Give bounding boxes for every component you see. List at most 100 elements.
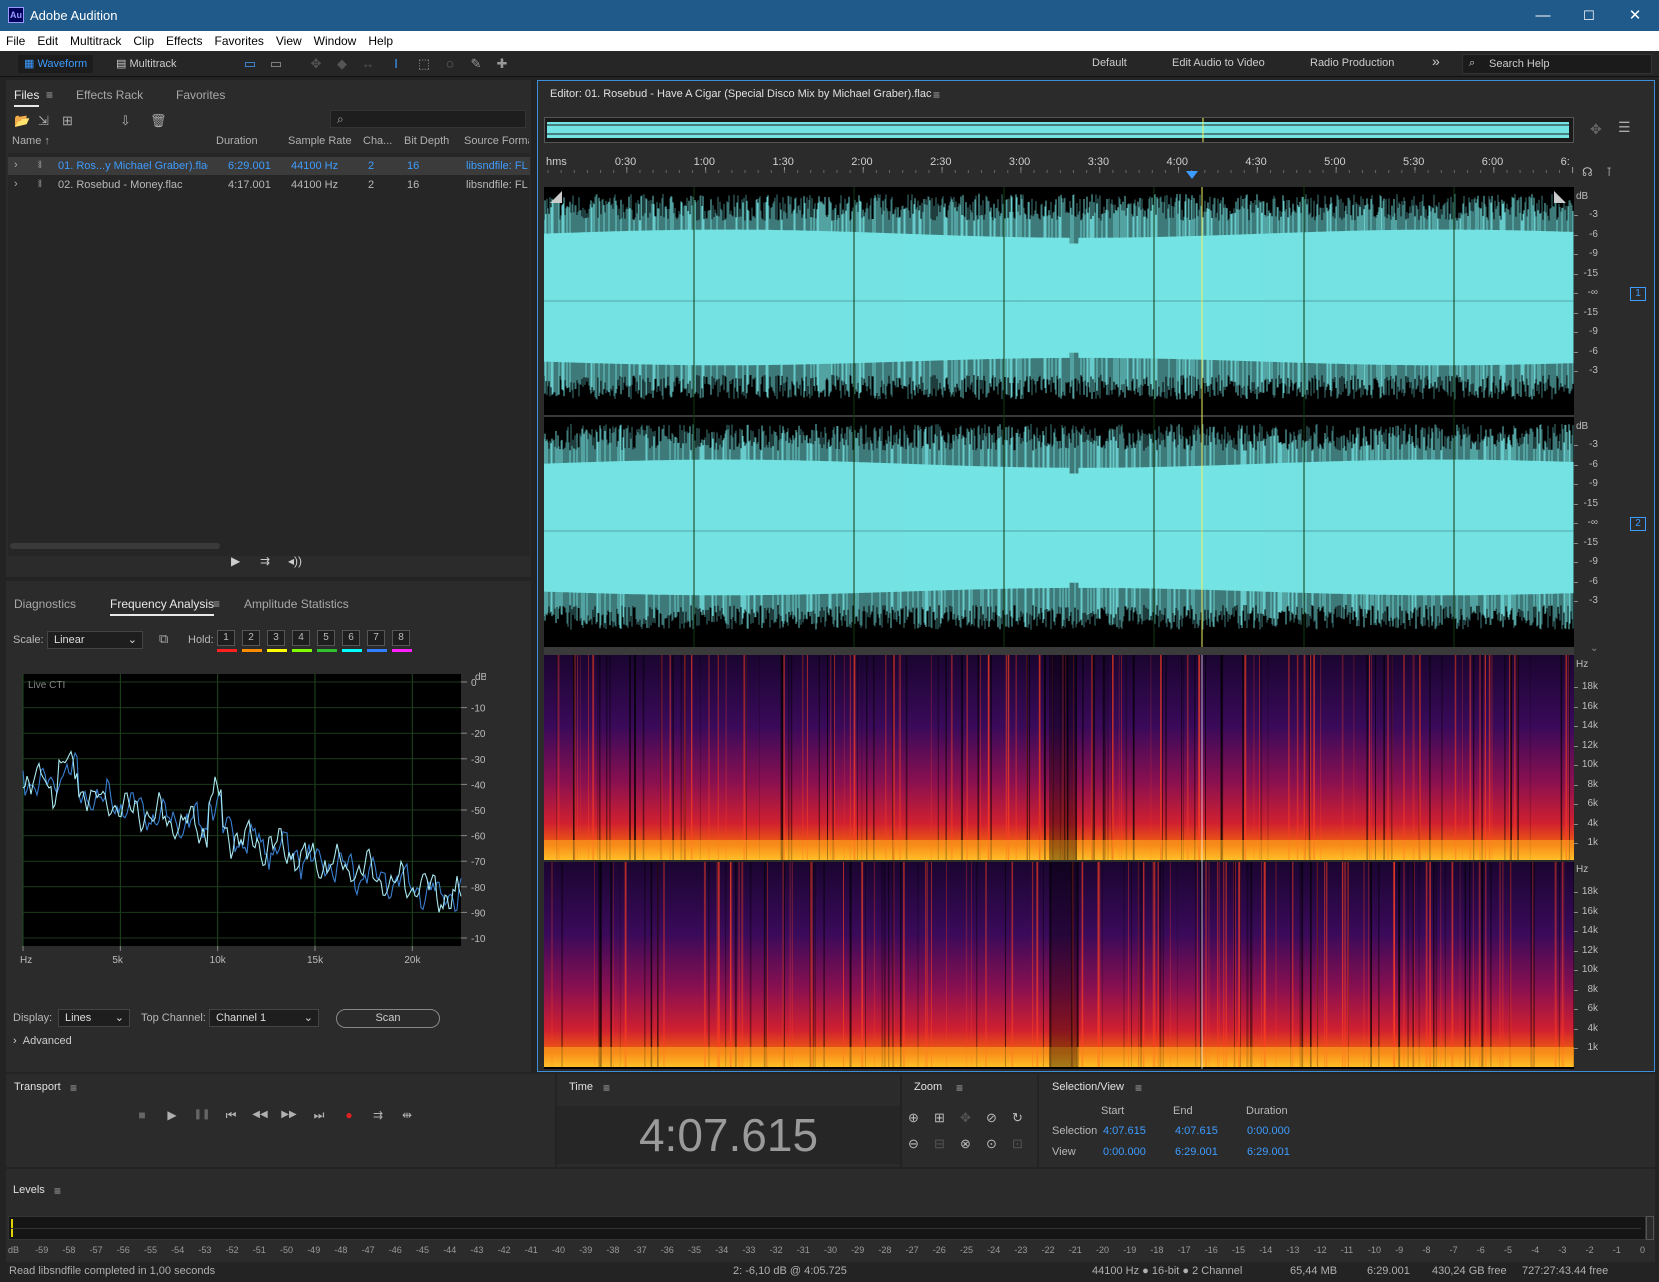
workspace-default[interactable]: Default <box>1092 57 1127 69</box>
tab-favorites[interactable]: Favorites <box>176 88 225 102</box>
files-search-input[interactable]: ⌕ <box>330 110 526 128</box>
tab-diagnostics[interactable]: Diagnostics <box>14 597 76 611</box>
hold-button-5[interactable]: 5 <box>317 630 335 646</box>
pin-icon[interactable]: ⊺ <box>1606 165 1612 179</box>
selection-start[interactable]: 4:07.615 <box>1103 1125 1146 1137</box>
overview-bar[interactable] <box>544 117 1574 143</box>
menu-effects[interactable]: Effects <box>160 31 208 48</box>
hold-button-1[interactable]: 1 <box>217 630 235 646</box>
tab-files[interactable]: Files <box>14 88 40 107</box>
pause-button[interactable]: ❚❚ <box>191 1106 213 1124</box>
close-file-icon[interactable]: 🗑 <box>150 113 167 129</box>
scan-button[interactable]: Scan <box>336 1009 440 1028</box>
menu-help[interactable]: Help <box>362 31 399 48</box>
play-preview-icon[interactable]: ▶ <box>231 554 240 568</box>
menu-window[interactable]: Window <box>308 31 363 48</box>
col-source-format[interactable]: Source Format <box>464 135 529 147</box>
time-selection-tool-icon[interactable]: I <box>386 55 406 73</box>
transport-menu-icon[interactable]: ≡ <box>70 1081 77 1095</box>
hold-button-8[interactable]: 8 <box>392 630 410 646</box>
brush-tool-icon[interactable]: ✎ <box>466 55 486 73</box>
menu-favorites[interactable]: Favorites <box>209 31 270 48</box>
menu-view[interactable]: View <box>270 31 308 48</box>
spot-healing-tool-icon[interactable]: ✚ <box>492 55 512 73</box>
time-ruler[interactable]: hms 0:30 1:00 1:30 2:00 2:30 3:00 3:30 4:00 4:30 5… <box>544 153 1574 173</box>
record-button[interactable]: ● <box>338 1106 360 1124</box>
zoom-in-point-icon[interactable]: ✥ <box>960 1110 971 1126</box>
hold-button-4[interactable]: 4 <box>292 630 310 646</box>
display-dropdown[interactable]: Lines ⌄ <box>58 1009 130 1027</box>
selection-end[interactable]: 4:07.615 <box>1175 1125 1218 1137</box>
import-file-icon[interactable]: ⇲ <box>38 113 49 129</box>
workspace-radio-production[interactable]: Radio Production <box>1310 57 1394 69</box>
next-button[interactable]: ⏭ <box>308 1106 330 1124</box>
hold-button-2[interactable]: 2 <box>242 630 260 646</box>
waveform-view-button[interactable]: ▦ Waveform <box>18 55 94 73</box>
analysis-panel-menu-icon[interactable]: ≡ <box>213 597 220 611</box>
levels-menu-icon[interactable]: ≡ <box>54 1184 61 1198</box>
marquee-select-icon[interactable]: ⧉ <box>159 631 168 647</box>
panel-options-icon[interactable]: ☰ <box>1618 119 1631 136</box>
tab-effects-rack[interactable]: Effects Rack <box>76 88 143 102</box>
razor-tool-icon[interactable]: ◆ <box>332 55 352 73</box>
zoom-out-time-icon[interactable]: ⊟ <box>934 1136 945 1152</box>
move-tool-icon[interactable]: ✥ <box>306 55 326 73</box>
maximize-button[interactable]: ☐ <box>1566 0 1612 31</box>
files-panel-menu-icon[interactable]: ≡ <box>46 88 53 102</box>
zoom-to-selection-icon[interactable]: ✥ <box>1590 121 1602 138</box>
view-divider[interactable] <box>544 647 1574 655</box>
fast-forward-button[interactable]: ▶▶ <box>278 1106 300 1124</box>
slip-tool-icon[interactable]: ↔ <box>358 55 378 73</box>
top-channel-dropdown[interactable]: Channel 1 ⌄ <box>209 1009 319 1027</box>
view-end[interactable]: 6:29.001 <box>1175 1146 1218 1158</box>
open-file-icon[interactable]: 📂 <box>14 113 30 129</box>
file-row[interactable]: › ⧚ 01. Ros...y Michael Graber).flac 6:2… <box>8 157 530 175</box>
divider-chevron-icon[interactable]: ⌄ <box>1590 643 1598 654</box>
zoom-out-full-icon[interactable]: ⊗ <box>960 1136 971 1152</box>
advanced-toggle[interactable]: › Advanced <box>13 1035 72 1047</box>
spectral-display[interactable] <box>544 655 1575 1069</box>
selection-view-menu-icon[interactable]: ≡ <box>1135 1081 1142 1095</box>
tab-amplitude-statistics[interactable]: Amplitude Statistics <box>244 597 349 611</box>
clip-indicator[interactable] <box>1646 1216 1654 1240</box>
zoom-in-out-icon[interactable]: ⊘ <box>986 1110 997 1126</box>
more-workspaces-icon[interactable]: » <box>1432 53 1440 69</box>
loop-button[interactable]: ⇉ <box>367 1106 389 1124</box>
lasso-tool-icon[interactable]: ◌ <box>440 55 460 73</box>
menu-edit[interactable]: Edit <box>31 31 64 48</box>
menu-clip[interactable]: Clip <box>127 31 160 48</box>
expand-chevron-icon[interactable]: › <box>14 159 18 171</box>
zoom-selection-icon[interactable]: ⊙ <box>986 1136 997 1152</box>
workspace-edit-audio-to-video[interactable]: Edit Audio to Video <box>1172 57 1265 69</box>
zoom-in-amplitude-icon[interactable]: ⊕ <box>908 1110 919 1126</box>
hold-button-3[interactable]: 3 <box>267 630 285 646</box>
hold-button-7[interactable]: 7 <box>367 630 385 646</box>
multitrack-view-button[interactable]: ▤ Multitrack <box>110 55 183 73</box>
waveform-display-icon[interactable]: ▭ <box>240 55 260 73</box>
minimize-button[interactable]: — <box>1520 0 1566 31</box>
hold-button-6[interactable]: 6 <box>342 630 360 646</box>
playhead-marker[interactable] <box>1186 171 1198 179</box>
col-duration[interactable]: Duration <box>216 135 258 147</box>
time-menu-icon[interactable]: ≡ <box>603 1081 610 1095</box>
level-meter[interactable] <box>8 1216 1646 1240</box>
search-help-input[interactable]: ⌕ Search Help <box>1462 54 1652 74</box>
view-start[interactable]: 0:00.000 <box>1103 1146 1146 1158</box>
zoom-in-time-icon[interactable]: ⊞ <box>934 1110 945 1126</box>
editor-menu-icon[interactable]: ≡ <box>933 88 940 102</box>
insert-into-multitrack-icon[interactable]: ⇩ <box>120 113 131 129</box>
autoplay-icon[interactable]: ◂)) <box>288 554 302 568</box>
zoom-track-icon[interactable]: ⊡ <box>1012 1136 1023 1152</box>
zoom-out-amplitude-icon[interactable]: ⊖ <box>908 1136 919 1152</box>
marquee-tool-icon[interactable]: ⬚ <box>414 55 434 73</box>
view-duration[interactable]: 6:29.001 <box>1247 1146 1290 1158</box>
zoom-reset-icon[interactable]: ↻ <box>1012 1110 1023 1126</box>
selection-duration[interactable]: 0:00.000 <box>1247 1125 1290 1137</box>
horizontal-scrollbar[interactable] <box>10 543 220 549</box>
col-name[interactable]: Name ↑ <box>12 135 50 147</box>
skip-selection-button[interactable]: ⇹ <box>396 1106 418 1124</box>
menu-file[interactable]: File <box>0 31 31 48</box>
waveform-display[interactable] <box>543 187 1574 647</box>
col-sample-rate[interactable]: Sample Rate <box>288 135 352 147</box>
channel-1-toggle[interactable]: 1 <box>1630 287 1646 301</box>
